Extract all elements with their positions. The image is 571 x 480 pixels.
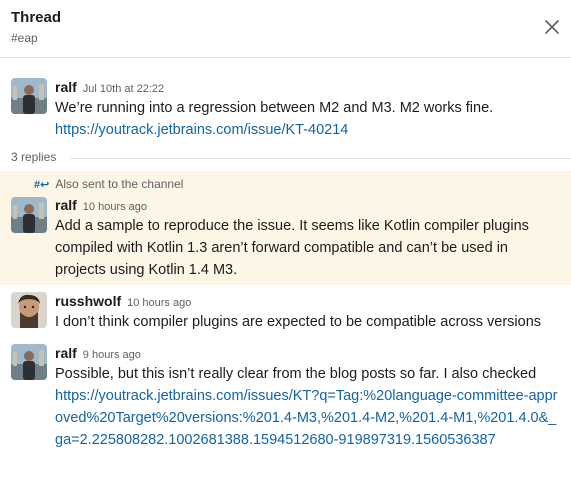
- replies-divider: 3 replies: [0, 150, 571, 166]
- message-text: I don’t think compiler plugins are expec…: [55, 314, 542, 330]
- message-author[interactable]: ralf 9 hours ago: [55, 345, 141, 361]
- message-text: Possible, but this isn’t really clear fr…: [55, 366, 537, 382]
- message-text: Add a sample to reproduce the issue. It …: [55, 218, 529, 278]
- channel-name[interactable]: #eap: [11, 31, 38, 45]
- avatar-ralf[interactable]: [11, 344, 47, 380]
- message-author[interactable]: russhwolf 10 hours ago: [55, 293, 191, 309]
- author-name[interactable]: ralf: [55, 345, 77, 361]
- message-timestamp[interactable]: Jul 10th at 22:22: [83, 83, 164, 95]
- avatar-ralf[interactable]: [11, 197, 47, 233]
- message-timestamp[interactable]: 9 hours ago: [83, 349, 141, 361]
- also-sent-to-channel[interactable]: #↩ Also sent to the channel: [34, 177, 183, 191]
- close-icon: [545, 20, 559, 34]
- thread-title: Thread: [11, 9, 62, 26]
- message-author[interactable]: ralf Jul 10th at 22:22: [55, 79, 164, 95]
- author-name[interactable]: ralf: [55, 197, 77, 213]
- author-name[interactable]: ralf: [55, 79, 77, 95]
- message-body: Possible, but this isn’t really clear fr…: [55, 363, 560, 451]
- message-timestamp[interactable]: 10 hours ago: [127, 297, 191, 309]
- message-author[interactable]: ralf 10 hours ago: [55, 197, 147, 213]
- message-link[interactable]: https://youtrack.jetbrains.com/issue/KT-…: [55, 122, 348, 138]
- channel-share-icon: #↩: [34, 179, 50, 191]
- author-name[interactable]: russhwolf: [55, 293, 121, 309]
- message-body: I don’t think compiler plugins are expec…: [55, 311, 560, 333]
- also-sent-label: Also sent to the channel: [55, 177, 184, 191]
- message-timestamp[interactable]: 10 hours ago: [83, 201, 147, 213]
- message-body: Add a sample to reproduce the issue. It …: [55, 215, 560, 281]
- message-body: We’re running into a regression between …: [55, 97, 560, 141]
- close-button[interactable]: [539, 14, 565, 40]
- avatar-russhwolf[interactable]: [11, 292, 47, 328]
- message-text: We’re running into a regression between …: [55, 100, 494, 116]
- divider-line: [70, 158, 571, 159]
- replies-count: 3 replies: [11, 150, 63, 164]
- avatar-ralf[interactable]: [11, 78, 47, 114]
- message-link[interactable]: https://youtrack.jetbrains.com/issues/KT…: [55, 388, 558, 448]
- thread-header: Thread #eap: [0, 0, 571, 58]
